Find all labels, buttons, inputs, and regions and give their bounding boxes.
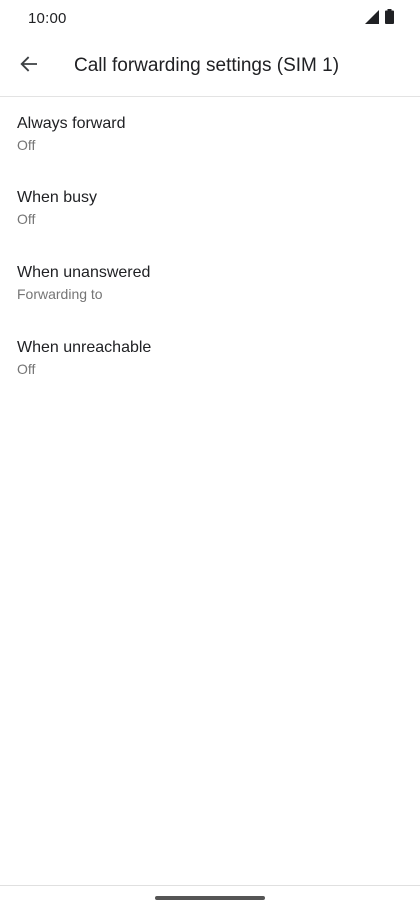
setting-when-unanswered[interactable]: When unanswered Forwarding to: [0, 247, 420, 322]
battery-icon: [385, 9, 394, 29]
app-bar: Call forwarding settings (SIM 1): [0, 38, 420, 97]
settings-list: Always forward Off When busy Off When un…: [0, 97, 420, 397]
setting-title: Always forward: [17, 115, 126, 132]
setting-summary: Off: [17, 211, 36, 227]
home-gesture-handle[interactable]: [155, 896, 265, 900]
back-button[interactable]: [10, 47, 48, 85]
setting-title: When busy: [17, 189, 98, 206]
signal-icon: [365, 9, 379, 29]
status-time: 10:00: [28, 10, 67, 27]
status-bar: 10:00: [0, 0, 420, 38]
setting-title: When unanswered: [17, 264, 151, 281]
arrow-back-icon: [19, 54, 39, 79]
setting-summary: Off: [17, 361, 36, 377]
setting-summary: Forwarding to: [17, 286, 103, 302]
setting-title: When unreachable: [17, 339, 152, 356]
setting-when-busy[interactable]: When busy Off: [0, 172, 420, 247]
page-title: Call forwarding settings (SIM 1): [74, 55, 340, 76]
status-icons: [365, 9, 394, 29]
setting-when-unreachable[interactable]: When unreachable Off: [0, 322, 420, 397]
navigation-bar: [0, 885, 420, 911]
setting-summary: Off: [17, 137, 36, 153]
setting-always-forward[interactable]: Always forward Off: [0, 97, 420, 172]
